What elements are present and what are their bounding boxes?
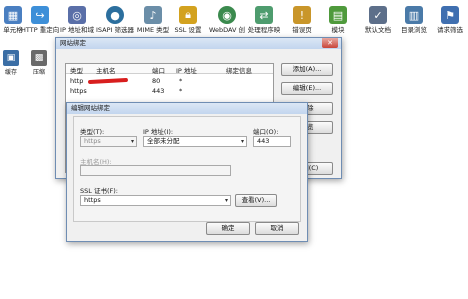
type-select: https ▾	[80, 136, 137, 147]
error-page-icon: !	[293, 6, 311, 24]
ip-domain-icon: ◎	[68, 6, 86, 24]
ok-button[interactable]: 确定	[206, 222, 250, 235]
redirect-icon: ↪	[31, 6, 49, 24]
chevron-down-icon: ▾	[130, 138, 134, 145]
feature-error-page[interactable]: ! 错误页	[283, 6, 321, 34]
feature-http-redirect[interactable]: ↪ HTTP 重定向	[21, 6, 59, 34]
column-header-type[interactable]: 类型	[70, 65, 83, 75]
compress-icon: ▩	[31, 50, 47, 66]
feature-ip-domain[interactable]: ◎ IP 地址和域	[58, 6, 96, 34]
chevron-down-icon: ▾	[224, 197, 228, 204]
feature-cache[interactable]: ▣ 缓存	[0, 50, 22, 76]
feature-request-filter[interactable]: ⚑ 请求筛选	[431, 6, 468, 34]
cancel-button[interactable]: 取消	[255, 222, 299, 235]
feature-mime[interactable]: ♪ MIME 类型	[134, 6, 172, 34]
redaction-mark	[87, 77, 129, 85]
ip-label: IP 地址(I):	[143, 128, 174, 136]
ip-select[interactable]: 全部未分配 ▾	[143, 136, 247, 147]
column-header-info[interactable]: 绑定信息	[226, 65, 252, 75]
feature-module[interactable]: ▤ 模块	[319, 6, 357, 34]
mime-icon: ♪	[144, 6, 162, 24]
view-button[interactable]: 查看(V)...	[235, 194, 277, 207]
close-icon[interactable]: ✕	[322, 38, 338, 48]
feature-webdav[interactable]: ◉ WebDAV 创	[208, 6, 246, 34]
edit-binding-titlebar: 编辑网站绑定	[67, 103, 307, 114]
column-header-host[interactable]: 主机名	[96, 65, 116, 75]
cell-icon: ▦	[4, 6, 22, 24]
port-label: 端口(O):	[253, 128, 279, 136]
webdav-icon: ◉	[218, 6, 236, 24]
add-button[interactable]: 添加(A)...	[281, 63, 333, 76]
dir-browse-icon: ▥	[405, 6, 423, 24]
ssl-lock-icon: 🔒︎	[179, 6, 197, 24]
default-doc-icon: ✓	[369, 6, 387, 24]
feature-handler-mapping[interactable]: ⇄ 处理程序映	[245, 6, 283, 34]
chevron-down-icon: ▾	[240, 138, 244, 145]
handler-mapping-icon: ⇄	[255, 6, 273, 24]
isapi-filter-icon: ●	[106, 6, 124, 24]
port-input[interactable]: 443	[253, 136, 291, 147]
feature-ssl[interactable]: 🔒︎ SSL 设置	[169, 6, 207, 34]
ssl-cert-select[interactable]: https ▾	[80, 195, 231, 206]
edit-button[interactable]: 编辑(E)...	[281, 82, 333, 95]
module-icon: ▤	[329, 6, 347, 24]
feature-isapi-filter[interactable]: ● ISAPI 筛选器	[96, 6, 134, 34]
feature-dir-browse[interactable]: ▥ 目录浏览	[395, 6, 433, 34]
host-input	[80, 165, 231, 176]
request-filter-icon: ⚑	[441, 6, 459, 24]
column-header-port[interactable]: 端口	[152, 65, 165, 75]
feature-default-doc[interactable]: ✓ 默认文档	[359, 6, 397, 34]
column-header-ip[interactable]: IP 地址	[176, 65, 197, 75]
ssl-cert-label: SSL 证书(F):	[80, 187, 118, 195]
site-bindings-titlebar: 网站绑定	[56, 38, 341, 49]
edit-binding-dialog: 编辑网站绑定 ✕ 类型(T): https ▾ IP 地址(I): 全部未分配 …	[66, 102, 308, 242]
cache-icon: ▣	[3, 50, 19, 66]
type-label: 类型(T):	[80, 128, 105, 136]
feature-compress[interactable]: ▩ 压缩	[28, 50, 50, 76]
